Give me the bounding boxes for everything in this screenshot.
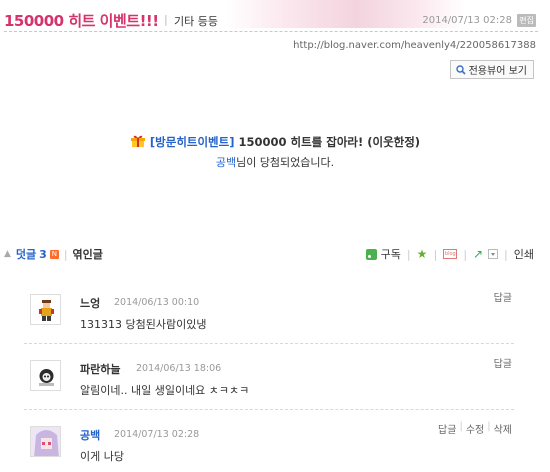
comment-text: 이게 나당 — [80, 450, 124, 463]
new-badge: N — [49, 249, 59, 259]
character-avatar-icon — [39, 300, 54, 321]
comment-date: 2014/06/13 00:10 — [114, 297, 200, 308]
blog-icon[interactable]: blog — [443, 249, 458, 259]
comment-date: 2014/07/13 02:28 — [114, 429, 200, 440]
winner-suffix: 님이 당첨되었습니다. — [236, 156, 335, 169]
divider: | — [487, 421, 491, 432]
gift-icon — [130, 135, 145, 147]
trackback-link[interactable]: 엮인글 — [73, 246, 103, 262]
comment-bar: ▲ 덧글 3 N | 엮인글 구독 | ★ | blog | ↗ | 인쇄 — [4, 244, 538, 264]
rss-icon[interactable] — [365, 248, 377, 260]
post-header: 150000 히트 이벤트!!! | 기타 등등 2014/07/13 02:2… — [4, 8, 538, 32]
dropdown-icon[interactable] — [488, 249, 499, 259]
comment-author[interactable]: 파란하늘 — [80, 361, 120, 377]
comments-toggle[interactable]: 덧글 — [16, 246, 36, 262]
reply-link[interactable]: 답글 — [494, 289, 512, 304]
winner-name-link[interactable]: 공백 — [216, 156, 236, 169]
edit-link[interactable]: 수정 — [466, 421, 484, 436]
reply-link[interactable]: 답글 — [438, 421, 456, 436]
viewer-button[interactable]: 전용뷰어 보기 — [449, 60, 534, 79]
post-url[interactable]: http://blog.naver.com/heavenly4/22005861… — [293, 40, 536, 51]
avatar[interactable] — [30, 294, 61, 325]
triangle-up-icon[interactable]: ▲ — [4, 249, 11, 259]
magnifier-icon — [455, 64, 466, 75]
comment-item: 공백 2014/07/13 02:28 이게 나당 답글 | 수정 | 삭제 — [24, 418, 514, 472]
title-separator: | — [164, 13, 168, 26]
edit-badge[interactable]: 편집 — [517, 14, 536, 27]
comment-author[interactable]: 공백 — [80, 427, 100, 443]
viewer-button-label: 전용뷰어 보기 — [468, 66, 527, 77]
comment-text: 131313 당첨된사람이있냉 — [80, 318, 207, 331]
divider: | — [406, 247, 411, 261]
post-date: 2014/07/13 02:28 — [422, 15, 512, 26]
divider: | — [459, 421, 463, 432]
share-icon[interactable]: ↗ — [473, 248, 484, 260]
comment-text: 알림이네.. 내일 생일이네요 ㅊㅋㅊㅋ — [80, 384, 250, 397]
comment-item: 파란하늘 2014/06/13 18:06 알림이네.. 내일 생일이네요 ㅊㅋ… — [24, 352, 514, 410]
comment-date: 2014/06/13 18:06 — [136, 363, 222, 374]
divider: | — [463, 247, 468, 261]
subscribe-link[interactable]: 구독 — [381, 246, 401, 262]
avatar[interactable] — [30, 360, 61, 391]
comment-item: 느엉 2014/06/13 00:10 131313 당첨된사람이있냉 답글 — [24, 286, 514, 344]
winner-announcement: 공백님이 당첨되었습니다. — [0, 154, 550, 170]
comment-list: 느엉 2014/06/13 00:10 131313 당첨된사람이있냉 답글 파… — [24, 286, 514, 472]
avatar[interactable] — [30, 426, 61, 457]
post-category-link[interactable]: 기타 등등 — [174, 13, 218, 29]
divider: | — [504, 247, 508, 261]
character-avatar-icon — [39, 369, 54, 386]
comment-author[interactable]: 느엉 — [80, 295, 100, 311]
character-avatar-icon — [31, 427, 60, 456]
event-announcement: [방문히트이벤트] 150000 히트를 잡아라! (이웃한정) — [0, 134, 550, 150]
print-link[interactable]: 인쇄 — [514, 246, 534, 262]
event-tag: [방문히트이벤트] — [149, 135, 235, 149]
event-text: 150000 히트를 잡아라! (이웃한정) — [234, 135, 421, 149]
comments-count[interactable]: 3 — [39, 248, 47, 261]
star-icon[interactable]: ★ — [417, 248, 428, 260]
delete-link[interactable]: 삭제 — [494, 421, 512, 436]
post-title[interactable]: 150000 히트 이벤트!!! — [4, 10, 159, 31]
divider: | — [433, 247, 438, 261]
reply-link[interactable]: 답글 — [494, 355, 512, 370]
divider: | — [63, 247, 68, 261]
